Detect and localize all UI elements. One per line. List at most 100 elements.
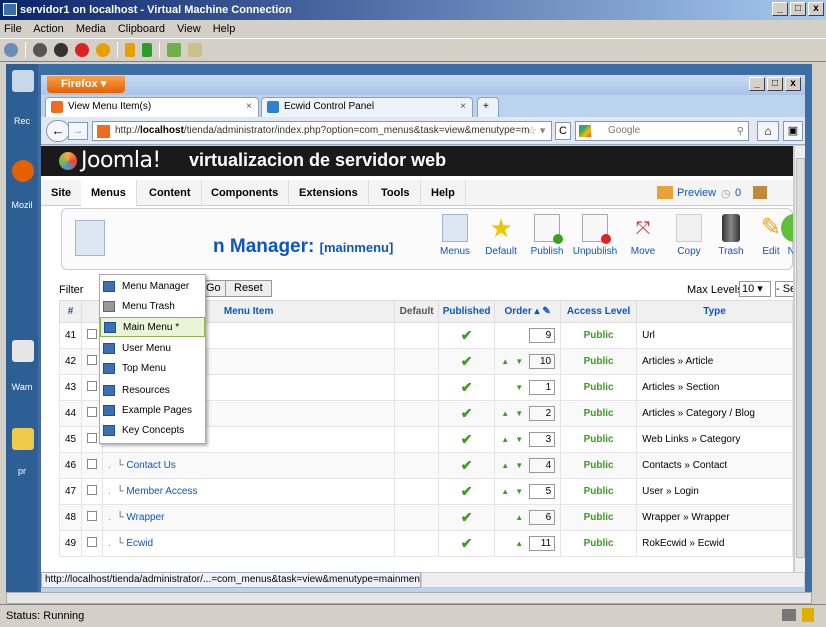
row-access[interactable]: Public <box>560 374 638 401</box>
published-check-icon[interactable]: ✔ <box>461 431 473 447</box>
search-input[interactable]: Google ⚲ <box>575 121 749 141</box>
menu-content[interactable]: Content <box>139 180 202 206</box>
published-check-icon[interactable]: ✔ <box>461 457 473 473</box>
menu-view[interactable]: View <box>177 23 201 35</box>
row-published[interactable]: ✔ <box>438 504 496 531</box>
row-published[interactable]: ✔ <box>438 348 496 375</box>
page-vertical-scrollbar[interactable] <box>794 146 805 572</box>
published-check-icon[interactable]: ✔ <box>461 483 473 499</box>
reset-button[interactable]: Reset <box>225 280 272 297</box>
order-down-icon[interactable]: ▼ <box>515 487 523 496</box>
revert-icon[interactable] <box>188 43 202 57</box>
menu-site[interactable]: Site <box>41 180 83 206</box>
menu-tools[interactable]: Tools <box>371 180 421 206</box>
pause-icon[interactable] <box>125 43 135 57</box>
order-input[interactable]: 3 <box>529 432 556 447</box>
dropdown-key-concepts[interactable]: Key Concepts <box>100 421 205 441</box>
bookmark-star-icon[interactable]: ☆ ▾ <box>527 124 545 137</box>
shutdown-icon[interactable] <box>75 43 89 57</box>
dropdown-menu-manager[interactable]: Menu Manager <box>100 277 205 297</box>
row-published[interactable]: ✔ <box>438 478 496 505</box>
vm-horizontal-scrollbar[interactable] <box>6 592 812 604</box>
row-published[interactable]: ✔ <box>438 530 496 557</box>
col-order[interactable]: Order ▴ ✎ <box>494 300 562 323</box>
toolbar-menus-button[interactable]: Menus <box>429 214 481 257</box>
menu-action[interactable]: Action <box>33 23 64 35</box>
row-checkbox[interactable] <box>87 355 98 365</box>
firefox-menu-button[interactable]: Firefox ▾ <box>47 76 125 93</box>
menu-clipboard[interactable]: Clipboard <box>118 23 165 35</box>
menu-help[interactable]: Help <box>213 23 236 35</box>
order-up-icon[interactable]: ▲ <box>501 487 509 496</box>
page-horizontal-scrollbar[interactable] <box>421 572 805 588</box>
power-icon[interactable] <box>96 43 110 57</box>
home-icon[interactable]: ⌂ <box>757 121 779 141</box>
menu-item-link[interactable]: Contact Us <box>126 460 175 471</box>
row-checkbox[interactable] <box>87 485 98 495</box>
order-up-icon[interactable]: ▲ <box>515 513 523 522</box>
ctrl-alt-del-icon[interactable] <box>4 43 18 57</box>
order-input[interactable]: 2 <box>529 406 556 421</box>
row-published[interactable]: ✔ <box>438 400 496 427</box>
col-default[interactable]: Default <box>394 300 440 323</box>
toolbar-publish-button[interactable]: Publish <box>521 214 573 257</box>
order-input[interactable]: 5 <box>529 484 556 499</box>
resume-icon[interactable] <box>142 43 152 57</box>
tab-close-icon[interactable]: × <box>460 98 466 116</box>
order-input[interactable]: 4 <box>529 458 556 473</box>
ff-minimize-button[interactable]: _ <box>749 77 765 91</box>
order-up-icon[interactable]: ▲ <box>501 435 509 444</box>
row-published[interactable]: ✔ <box>438 426 496 453</box>
dropdown-example-pages[interactable]: Example Pages <box>100 401 205 421</box>
ff-maximize-button[interactable]: □ <box>767 77 783 91</box>
order-down-icon[interactable]: ▼ <box>515 357 523 366</box>
recycle-bin-icon[interactable] <box>12 70 34 92</box>
toolbar-unpublish-button[interactable]: Unpublish <box>569 214 621 257</box>
row-checkbox[interactable] <box>87 329 98 339</box>
row-published[interactable]: ✔ <box>438 452 496 479</box>
published-check-icon[interactable]: ✔ <box>461 327 473 343</box>
row-checkbox[interactable] <box>87 381 98 391</box>
dropdown-menu-trash[interactable]: Menu Trash <box>100 297 205 317</box>
row-access[interactable]: Public <box>560 504 638 531</box>
menu-components[interactable]: Components <box>201 180 290 206</box>
menu-help[interactable]: Help <box>421 180 466 206</box>
folder-icon[interactable] <box>12 428 34 450</box>
tab-close-icon[interactable]: × <box>246 98 252 116</box>
row-access[interactable]: Public <box>560 322 638 349</box>
row-published[interactable]: ✔ <box>438 374 496 401</box>
dropdown-user-menu[interactable]: User Menu <box>100 339 205 359</box>
messages-icon[interactable]: ◷ <box>721 187 731 200</box>
snapshot-icon[interactable] <box>167 43 181 57</box>
dropdown-top-menu[interactable]: Top Menu <box>100 359 205 379</box>
row-checkbox[interactable] <box>87 459 98 469</box>
search-icon[interactable]: ⚲ <box>737 123 744 141</box>
row-checkbox[interactable] <box>87 537 98 547</box>
row-access[interactable]: Public <box>560 530 638 557</box>
maximize-button[interactable]: □ <box>790 2 806 16</box>
ff-close-button[interactable]: x <box>785 77 801 91</box>
order-up-icon[interactable]: ▲ <box>501 357 509 366</box>
save-order-icon[interactable]: ✎ <box>542 306 550 317</box>
new-tab-button[interactable]: + <box>477 97 499 117</box>
order-input[interactable]: 6 <box>529 510 556 525</box>
menu-item-link[interactable]: Member Access <box>126 486 197 497</box>
wamp-icon[interactable] <box>12 340 34 362</box>
published-check-icon[interactable]: ✔ <box>461 379 473 395</box>
order-input[interactable]: 11 <box>529 536 556 551</box>
toolbar-move-button[interactable]: ⤧ Move <box>617 214 669 257</box>
col-access[interactable]: Access Level <box>560 300 638 323</box>
order-down-icon[interactable]: ▼ <box>515 383 523 392</box>
toolbar-default-button[interactable]: ★ Default <box>475 214 527 257</box>
row-checkbox[interactable] <box>87 433 98 443</box>
reload-icon[interactable]: C <box>555 122 571 140</box>
published-check-icon[interactable]: ✔ <box>461 535 473 551</box>
preview-link[interactable]: Preview <box>677 187 716 199</box>
row-published[interactable]: ✔ <box>438 322 496 349</box>
menu-item-link[interactable]: Wrapper <box>126 512 164 523</box>
row-access[interactable]: Public <box>560 348 638 375</box>
scroll-thumb[interactable] <box>796 158 805 558</box>
row-checkbox[interactable] <box>87 511 98 521</box>
col-type[interactable]: Type <box>636 300 793 323</box>
order-down-icon[interactable]: ▼ <box>515 461 523 470</box>
